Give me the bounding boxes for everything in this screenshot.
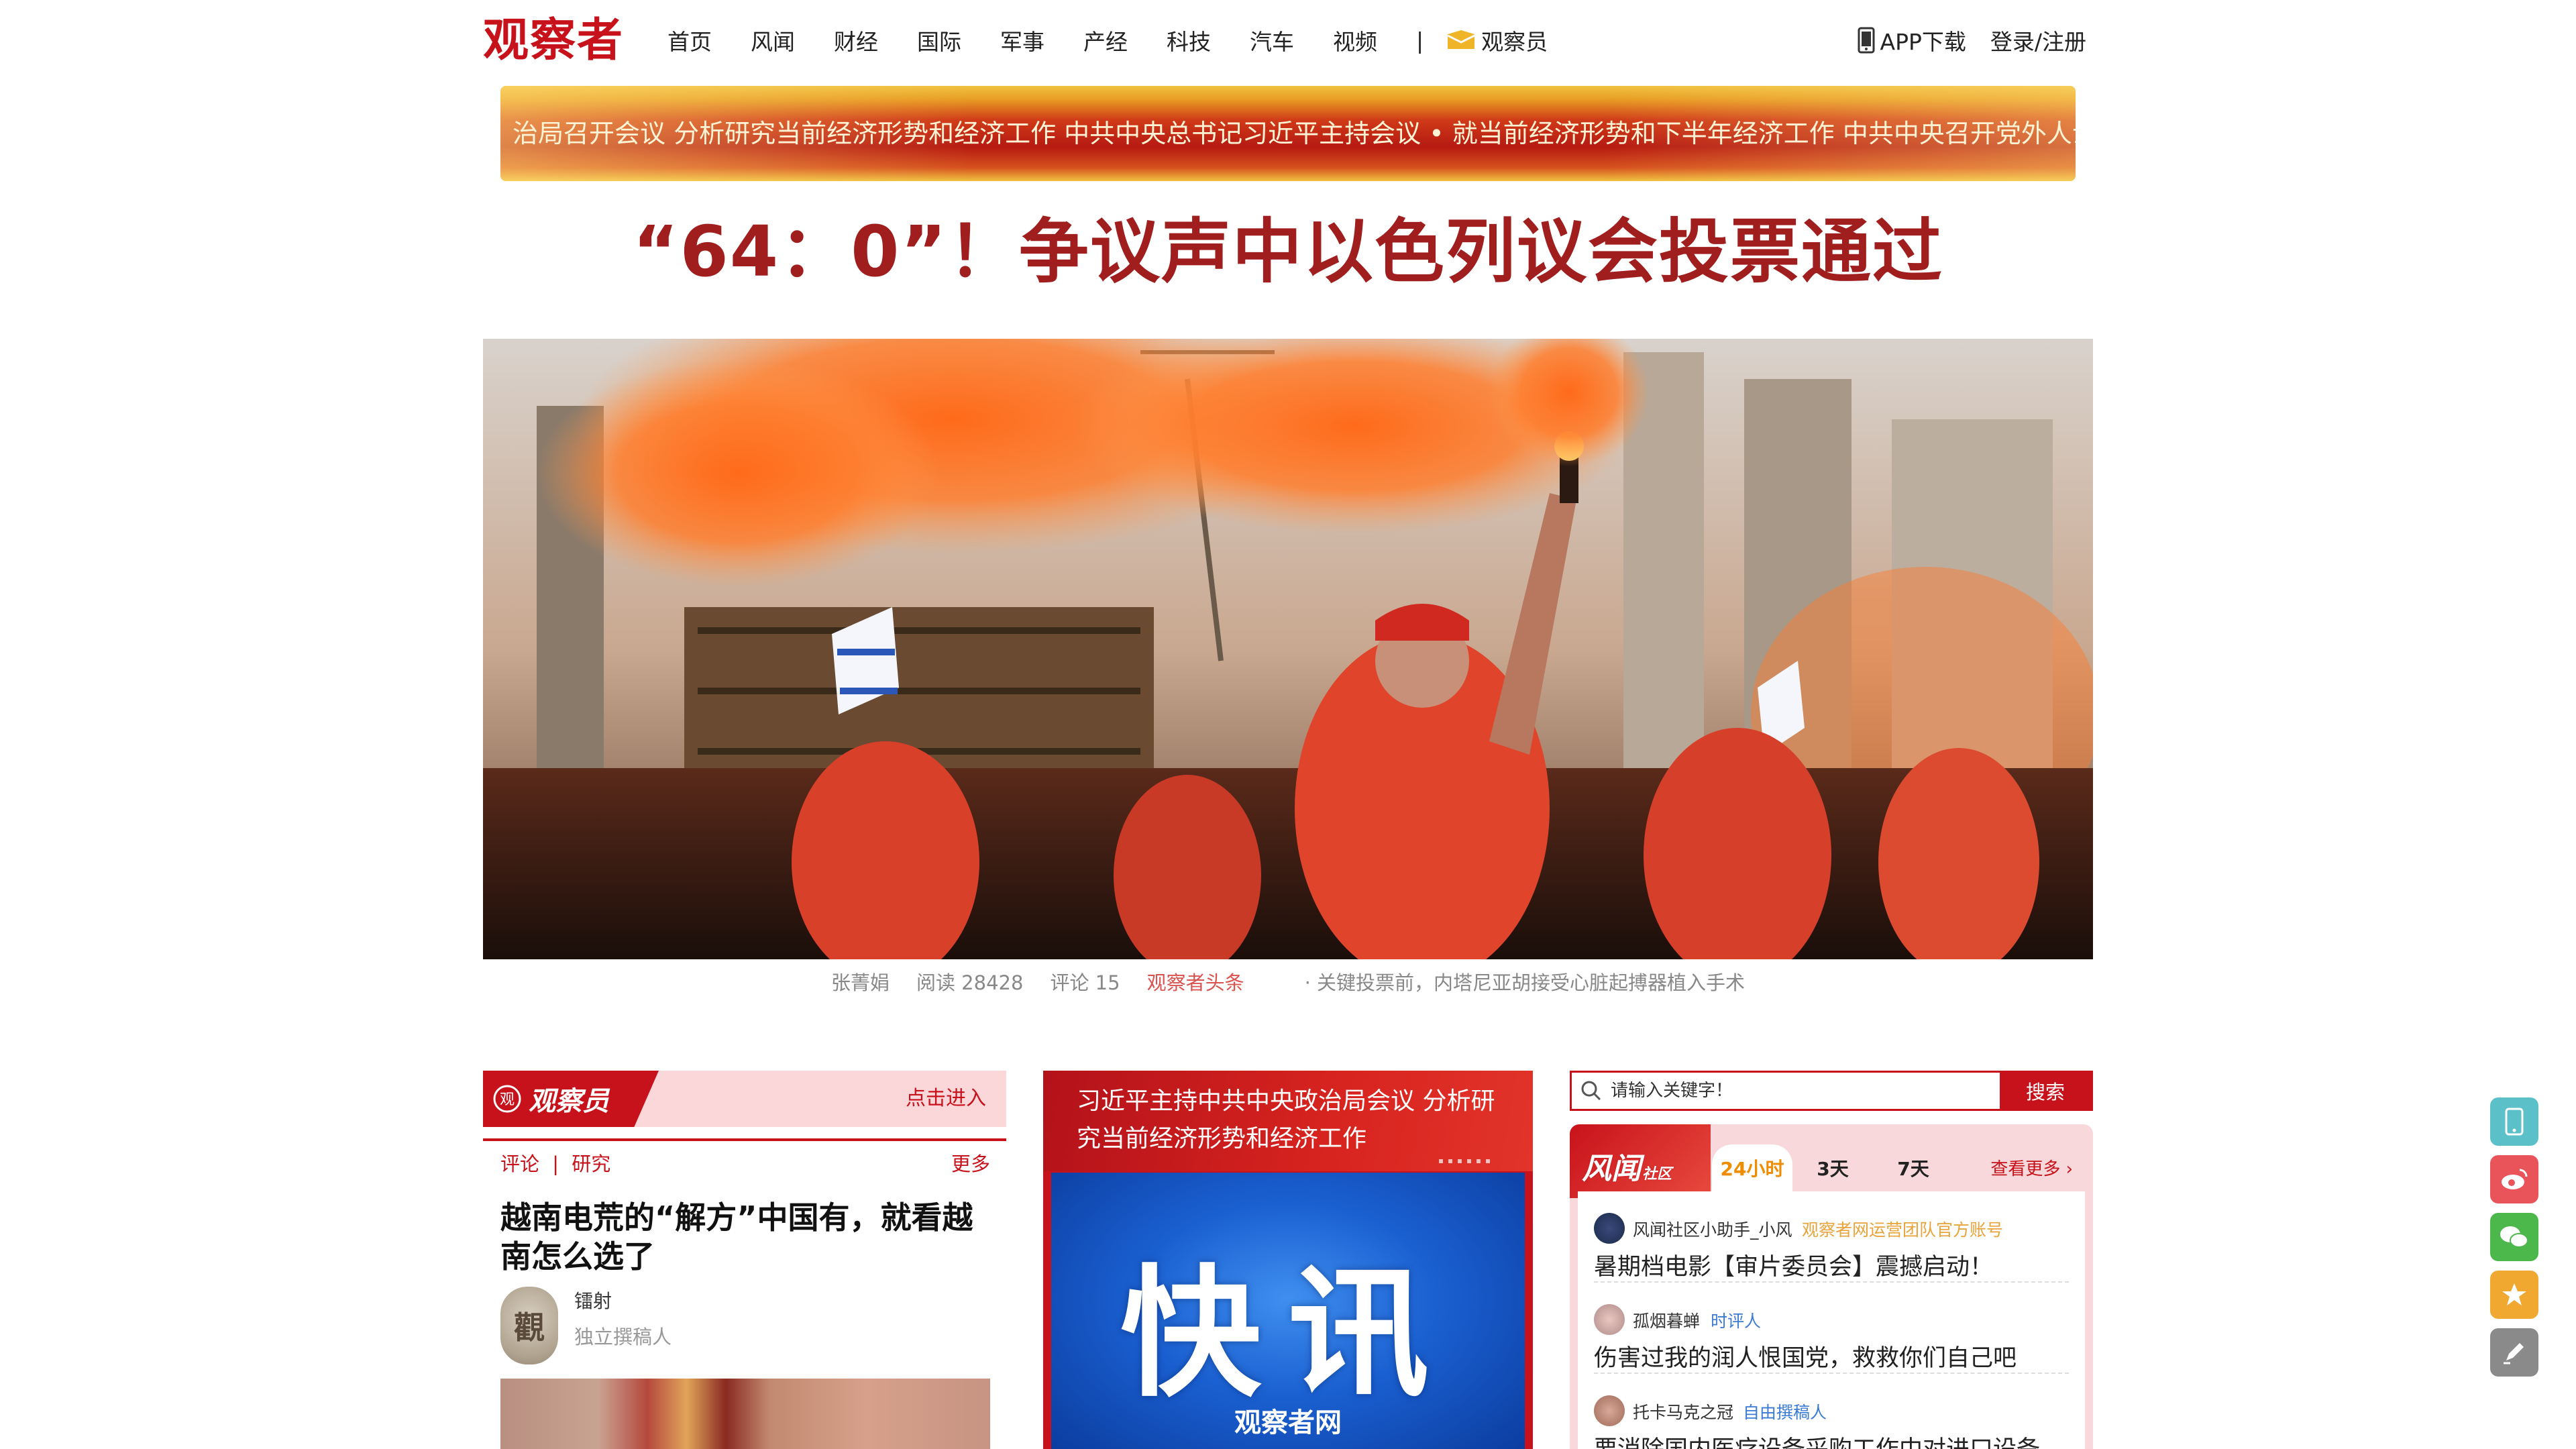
ticker-text[interactable]: 治局召开会议 分析研究当前经济形势和经济工作 中共中央总书记习近平主持会议 • … xyxy=(513,86,2076,181)
fengwen-panel: 风闻社区 24小时 3天 7天 查看更多 › 风闻社区小助手_小风 观察者网运营… xyxy=(1570,1124,2093,1449)
guanchayuan-tab[interactable]: 观 观察员 xyxy=(483,1071,659,1127)
nav-tech[interactable]: 科技 xyxy=(1167,24,1211,56)
app-download-label: APP下载 xyxy=(1880,29,1966,55)
nav-finance[interactable]: 财经 xyxy=(834,24,878,56)
featured-news-card[interactable]: 习近平主持中共中央政治局会议 分析研究当前经济形势和经济工作 快讯 观察者网 xyxy=(1043,1071,1533,1449)
weibo-icon xyxy=(2502,1169,2528,1189)
mobile-icon xyxy=(1858,27,1874,54)
side-phone-button[interactable] xyxy=(2490,1097,2538,1146)
avatar[interactable] xyxy=(1594,1395,1625,1426)
wechat-icon xyxy=(2500,1226,2528,1248)
card-title[interactable]: 习近平主持中共中央政治局会议 分析研究当前经济形势和经济工作 xyxy=(1077,1083,1506,1158)
guanchayuan-subnav: 评论 | 研究 更多 xyxy=(500,1148,990,1175)
list-item[interactable]: 托卡马克之冠 自由撰稿人 要消除国内医疗设备采购工作中对进口设备 xyxy=(1594,1374,2069,1449)
avatar[interactable] xyxy=(1594,1304,1625,1335)
list-item[interactable]: 风闻社区小助手_小风 观察者网运营团队官方账号 暑期档电影【审片委员会】震撼启动… xyxy=(1594,1191,2069,1283)
subnav-sep: | xyxy=(552,1152,559,1175)
article-meta: 张菁娟 阅读 28428 评论 15 观察者头条 · 关键投票前，内塔尼亚胡接受… xyxy=(483,966,2093,996)
user-nick[interactable]: 风闻社区小助手_小风 xyxy=(1633,1217,1792,1241)
search-icon xyxy=(1572,1073,1611,1109)
article-thumbnail[interactable] xyxy=(500,1379,990,1449)
search-input[interactable] xyxy=(1611,1073,2000,1109)
nav-auto[interactable]: 汽车 xyxy=(1250,24,1294,56)
search-box: 搜索 xyxy=(1570,1071,2093,1111)
tab-7d[interactable]: 7天 xyxy=(1873,1144,1953,1191)
fengwen-list: 风闻社区小助手_小风 观察者网运营团队官方账号 暑期档电影【审片委员会】震撼启动… xyxy=(1578,1191,2085,1449)
fengwen-logo-small: 社区 xyxy=(1642,1166,1672,1183)
guanchayuan-title: 观察员 xyxy=(529,1086,609,1117)
nav-industry[interactable]: 产经 xyxy=(1083,24,1128,56)
flash-news-image[interactable]: 快讯 观察者网 xyxy=(1051,1173,1525,1449)
author-name: 张菁娟 xyxy=(830,971,890,994)
login-link[interactable]: 登录/注册 xyxy=(1990,24,2086,56)
nav-video[interactable]: 视频 xyxy=(1333,24,1377,56)
related-link[interactable]: · 关键投票前，内塔尼亚胡接受心脏起搏器植入手术 xyxy=(1305,967,1745,996)
user-tag: 时评人 xyxy=(1711,1311,1762,1331)
article-title[interactable]: 越南电荒的“解方”中国有，就看越南怎么选了 xyxy=(500,1198,997,1276)
user-nick[interactable]: 托卡马克之冠 xyxy=(1633,1399,1733,1424)
nav-separator: | xyxy=(1416,27,1424,54)
view-more-link[interactable]: 查看更多 › xyxy=(1990,1155,2073,1180)
nav-international[interactable]: 国际 xyxy=(917,24,961,56)
enter-link[interactable]: 点击进入 xyxy=(906,1071,986,1127)
protest-photo xyxy=(483,339,2093,959)
brand-text: 观察者网 xyxy=(1234,1407,1342,1438)
side-favorite-button[interactable] xyxy=(2490,1271,2538,1319)
nav-home[interactable]: 首页 xyxy=(667,24,712,56)
nav-fengwen[interactable]: 风闻 xyxy=(751,24,795,56)
side-weibo-button[interactable] xyxy=(2490,1155,2538,1203)
author-role: 独立撰稿人 xyxy=(574,1326,672,1348)
source-link[interactable]: 观察者头条 xyxy=(1147,967,1244,996)
phone-icon xyxy=(2505,1108,2524,1136)
star-icon xyxy=(2502,1283,2526,1305)
site-logo[interactable]: 观察者 xyxy=(483,10,631,70)
read-count: 阅读 28428 xyxy=(916,971,1024,994)
side-wechat-button[interactable] xyxy=(2490,1213,2538,1261)
user-nick[interactable]: 孤烟暮蝉 xyxy=(1633,1308,1700,1332)
side-edit-button[interactable] xyxy=(2490,1328,2538,1377)
fengwen-logo-text: 风闻 xyxy=(1582,1152,1641,1186)
post-title[interactable]: 要消除国内医疗设备采购工作中对进口设备 xyxy=(1594,1430,2040,1449)
user-tag: 观察者网运营团队官方账号 xyxy=(1802,1220,2004,1240)
hero-image[interactable] xyxy=(483,339,2093,959)
nav-guanchayuan-label: 观察员 xyxy=(1481,29,1548,55)
main-nav: 首页 风闻 财经 国际 军事 产经 科技 汽车 视频 | 观察员 xyxy=(667,20,1548,60)
tab-24h[interactable]: 24小时 xyxy=(1712,1144,1792,1191)
user-tag: 自由撰稿人 xyxy=(1743,1403,1827,1422)
app-download-link[interactable]: APP下载 xyxy=(1858,24,1966,56)
tab-3d[interactable]: 3天 xyxy=(1792,1144,1873,1191)
pen-icon xyxy=(2504,1343,2524,1364)
search-button[interactable]: 搜索 xyxy=(2000,1073,2091,1109)
svg-text:观: 观 xyxy=(500,1091,515,1108)
more-link[interactable]: 更多 xyxy=(951,1148,990,1177)
fengwen-tabs: 24小时 3天 7天 xyxy=(1712,1144,1953,1191)
list-item[interactable]: 孤烟暮蝉 时评人 伤害过我的润人恨国党，救救你们自己吧 xyxy=(1594,1283,2069,1374)
guan-logo-icon: 观 xyxy=(493,1085,521,1113)
avatar[interactable] xyxy=(1594,1213,1625,1244)
section-divider xyxy=(483,1138,1006,1141)
author-name[interactable]: 镭射 xyxy=(574,1287,612,1313)
post-title[interactable]: 暑期档电影【审片委员会】震撼启动！ xyxy=(1594,1248,1993,1282)
nav-guanchayuan[interactable]: 观察员 xyxy=(1446,24,1548,56)
header-actions: APP下载 登录/注册 xyxy=(1858,20,2086,60)
subnav-comment[interactable]: 评论 xyxy=(500,1152,539,1175)
carousel-dots[interactable] xyxy=(1439,1159,1493,1163)
avatar[interactable]: 觀 xyxy=(500,1287,558,1364)
guanchayuan-header: 观 观察员 点击进入 xyxy=(483,1071,1006,1127)
nav-military[interactable]: 军事 xyxy=(1000,24,1044,56)
main-headline[interactable]: “64：0”！争议声中以色列议会投票通过 xyxy=(483,205,2093,299)
post-title[interactable]: 伤害过我的润人恨国党，救救你们自己吧 xyxy=(1594,1339,2017,1373)
author-block: 觀 镭射 独立撰稿人 xyxy=(500,1287,997,1364)
flash-text: 快讯 xyxy=(1120,1250,1456,1416)
fengwen-logo[interactable]: 风闻社区 xyxy=(1582,1144,1672,1187)
envelope-icon xyxy=(1447,30,1475,49)
comment-count[interactable]: 评论 15 xyxy=(1050,967,1120,996)
subnav-research[interactable]: 研究 xyxy=(572,1152,610,1175)
news-ticker-banner[interactable]: 治局召开会议 分析研究当前经济形势和经济工作 中共中央总书记习近平主持会议 • … xyxy=(500,86,2076,181)
